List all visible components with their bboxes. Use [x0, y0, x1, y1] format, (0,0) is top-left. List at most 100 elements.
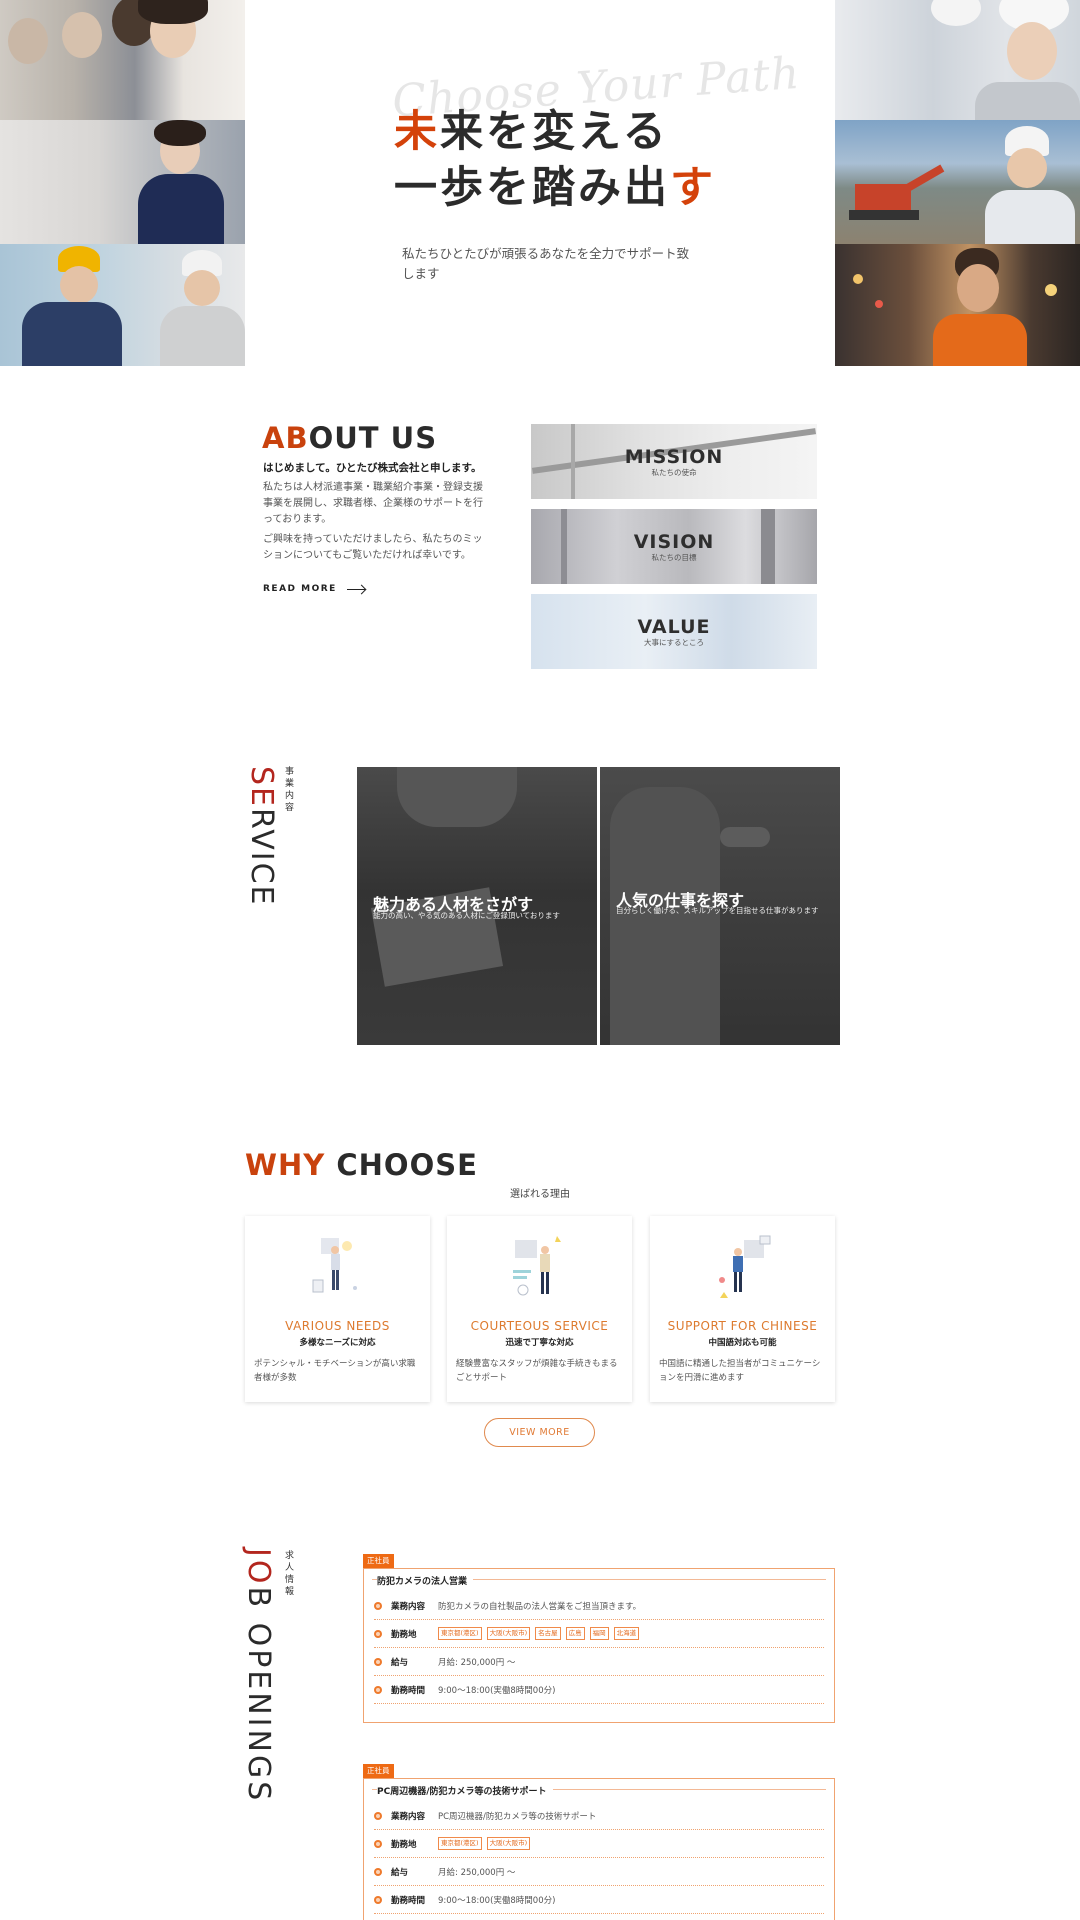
job-value: 月給: 250,000円 〜 — [438, 1867, 516, 1878]
hero-photo-helmet-workers — [835, 0, 1080, 120]
puzzle-person-illustration — [718, 1235, 770, 1298]
why-card-en: VARIOUS NEEDS — [285, 1319, 390, 1333]
value-title: VALUE — [637, 615, 711, 638]
job-label: 業務内容 — [391, 1601, 426, 1612]
why-card-desc: ポテンシャル・モチベーションが高い求職者様が多数 — [254, 1359, 416, 1383]
hero-title-accent: 未 — [394, 107, 440, 157]
service-card-desc: 自分らしく働ける、スキルアップを目指せる仕事があります — [616, 906, 819, 915]
job-row-salary: 給与 月給: 250,000円 〜 — [374, 1858, 824, 1886]
hero-photo-excavator-site — [835, 120, 1080, 244]
job-row-location: 勤務地 東京都(港区) 大阪(大阪市) — [374, 1830, 824, 1858]
puzzle-person-illustration — [512, 1236, 561, 1296]
job-value: PC周辺機器/防犯カメラ等の技術サポート — [438, 1811, 597, 1822]
vision-panel[interactable]: VISION 私たちの目標 — [531, 509, 817, 584]
bullet-icon — [374, 1629, 382, 1638]
why-card-support-chinese: SUPPORT FOR CHINESE 中国語対応も可能 中国語に精通した担当者… — [650, 1216, 835, 1402]
service-card-desc: 能力の高い、やる気のある人材にご登録頂いております — [373, 911, 560, 920]
hero-title-line2: 一歩を踏み出 — [394, 163, 670, 213]
job-label: 業務内容 — [391, 1811, 426, 1822]
why-card-en: SUPPORT FOR CHINESE — [667, 1319, 818, 1333]
location-tag: 広島 — [565, 1627, 585, 1640]
jobs-title-accent: JO — [241, 1548, 276, 1587]
why-card-jp: 中国語対応も可能 — [708, 1338, 777, 1348]
why-title: WHY CHOOSE — [245, 1148, 478, 1182]
about-paragraph-2: ご興味を持っていただけましたら、私たちのミッションについてもご覧いただければ幸い… — [263, 534, 483, 561]
hero-photo-construction-workers — [0, 244, 245, 366]
location-tag: 福岡 — [589, 1627, 609, 1640]
about-paragraph-1: 私たちは人材派遣事業・職業紹介事業・登録支援事業を展開し、求職者様、企業様のサポ… — [263, 482, 483, 525]
about-lead: はじめまして。ひとたび株式会社と申します。 — [263, 462, 482, 474]
why-card-jp: 迅速で丁寧な対応 — [505, 1338, 574, 1348]
hero-photo-office-workers — [0, 0, 245, 120]
bullet-icon — [374, 1657, 382, 1666]
bullet-icon — [374, 1685, 382, 1694]
job-row-work: 業務内容 PC周辺機器/防犯カメラ等の技術サポート — [374, 1802, 824, 1830]
hero-title: 未来を変える 一歩を踏み出す — [394, 104, 716, 216]
job-label: 勤務時間 — [391, 1895, 426, 1906]
location-tag: 大阪(大阪市) — [486, 1627, 531, 1640]
mission-panel[interactable]: MISSION 私たちの使命 — [531, 424, 817, 499]
job-row-hours: 勤務時間 9:00〜18:00(実働8時間00分) — [374, 1886, 824, 1914]
job-card[interactable]: 防犯カメラの法人営業 業務内容 防犯カメラの自社製品の法人営業をご担当頂きます。… — [363, 1568, 835, 1723]
job-value: 防犯カメラの自社製品の法人営業をご担当頂きます。 — [438, 1601, 642, 1612]
job-row-location: 勤務地 東京都(港区) 大阪(大阪市) 名古屋 広島 福岡 北海道 — [374, 1620, 824, 1648]
read-more-link[interactable]: READ MORE — [263, 584, 365, 594]
job-value: 月給: 250,000円 〜 — [438, 1657, 516, 1668]
value-panel[interactable]: VALUE 大事にするところ — [531, 594, 817, 669]
location-tag: 大阪(大阪市) — [486, 1837, 531, 1850]
job-title: PC周辺機器/防犯カメラ等の技術サポート — [377, 1784, 553, 1797]
hero-photo-store-staff — [835, 244, 1080, 366]
vision-sub: 私たちの目標 — [651, 552, 697, 562]
hero-subtitle: 私たちひとたびが頑張るあなたを全力でサポート致します — [402, 246, 690, 281]
job-value: 9:00〜18:00(実働8時間00分) — [438, 1895, 556, 1906]
read-more-label: READ MORE — [263, 584, 337, 594]
service-card-find-jobs[interactable]: 人気の仕事を探す 自分らしく働ける、スキルアップを目指せる仕事があります — [600, 767, 840, 1045]
job-row-hours: 勤務時間 9:00〜18:00(実働8時間00分) — [374, 1676, 824, 1704]
mission-sub: 私たちの使命 — [651, 467, 697, 477]
bullet-icon — [374, 1811, 382, 1820]
arrow-right-icon — [346, 588, 365, 590]
why-title-rest: CHOOSE — [325, 1148, 478, 1182]
about-title-rest: OUT US — [308, 421, 438, 455]
location-tag: 東京都(港区) — [438, 1627, 482, 1640]
job-title: 防犯カメラの法人営業 — [377, 1574, 474, 1587]
job-row-salary: 給与 月給: 250,000円 〜 — [374, 1648, 824, 1676]
job-badge: 正社員 — [363, 1764, 394, 1778]
jobs-jp-label: 求人情報 — [283, 1550, 293, 1598]
hero-photo-businesswoman — [0, 120, 245, 244]
location-tag: 名古屋 — [535, 1627, 561, 1640]
service-title-accent: SE — [244, 766, 279, 808]
bullet-icon — [374, 1867, 382, 1876]
service-title-rest: RVICE — [244, 808, 279, 907]
service-card-find-talent[interactable]: 魅力ある人材をさがす 能力の高い、やる気のある人材にご登録頂いております — [357, 767, 597, 1045]
bullet-icon — [374, 1601, 382, 1610]
job-label: 勤務地 — [391, 1629, 417, 1640]
value-sub: 大事にするところ — [643, 637, 705, 647]
bullet-icon — [374, 1839, 382, 1848]
why-card-courteous-service: COURTEOUS SERVICE 迅速で丁寧な対応 経験豊富なスタッフが煩雑な… — [447, 1216, 632, 1402]
hero-title-line1: 来を変える — [440, 107, 669, 157]
puzzle-person-illustration — [312, 1238, 357, 1293]
about-title: ABOUT US — [262, 421, 437, 455]
service-title: SERVICE — [244, 766, 279, 906]
location-tags: 東京都(港区) 大阪(大阪市) 名古屋 広島 福岡 北海道 — [438, 1627, 640, 1640]
hero-title-accent-end: す — [670, 163, 716, 213]
job-label: 給与 — [391, 1657, 409, 1668]
service-jp-label: 事業内容 — [283, 766, 293, 814]
jobs-title: JOB OPENINGS — [241, 1548, 276, 1803]
location-tags: 東京都(港区) 大阪(大阪市) — [438, 1837, 531, 1850]
why-card-en: COURTEOUS SERVICE — [470, 1319, 609, 1333]
bullet-icon — [374, 1895, 382, 1904]
job-badge: 正社員 — [363, 1554, 394, 1568]
job-card[interactable]: PC周辺機器/防犯カメラ等の技術サポート 業務内容 PC周辺機器/防犯カメラ等の… — [363, 1778, 835, 1920]
why-card-jp: 多様なニーズに対応 — [299, 1338, 376, 1348]
why-title-accent: WHY — [245, 1148, 326, 1182]
job-label: 勤務時間 — [391, 1685, 426, 1696]
job-label: 勤務地 — [391, 1839, 417, 1850]
location-tag: 北海道 — [613, 1627, 640, 1640]
view-more-button[interactable]: VIEW MORE — [484, 1418, 595, 1447]
location-tag: 東京都(港区) — [438, 1837, 482, 1850]
job-row-work: 業務内容 防犯カメラの自社製品の法人営業をご担当頂きます。 — [374, 1592, 824, 1620]
about-title-accent: AB — [262, 421, 309, 455]
job-label: 給与 — [391, 1867, 409, 1878]
